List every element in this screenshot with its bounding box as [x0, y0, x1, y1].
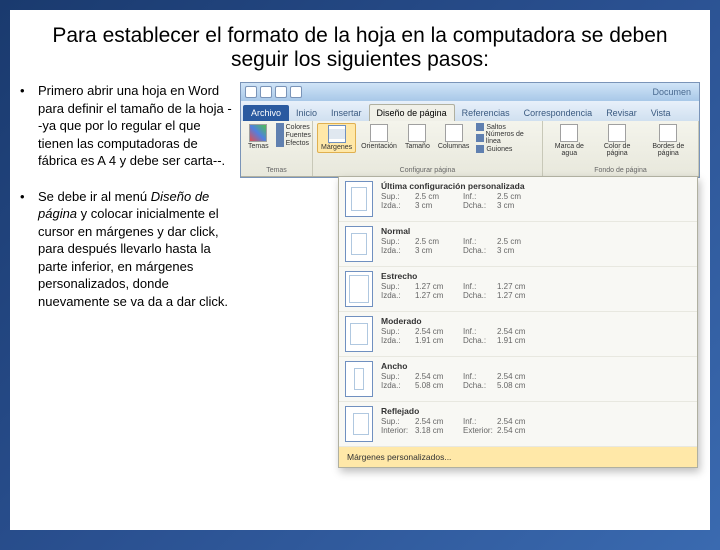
margin-option-ancho[interactable]: Ancho Sup.:2.54 cm Inf.:2.54 cm Izda.:5.… — [339, 357, 697, 402]
ribbon-tabs: Archivo Inicio Insertar Diseño de página… — [241, 101, 699, 121]
quick-access-toolbar: Documen — [241, 83, 699, 101]
effects-icon — [276, 139, 284, 147]
temas-button[interactable]: Temas — [245, 123, 272, 151]
margin-option-normal[interactable]: Normal Sup.:2.5 cm Inf.:2.5 cm Izda.:3 c… — [339, 222, 697, 267]
tab-revisar[interactable]: Revisar — [599, 105, 644, 121]
list-item: • Se debe ir al menú Diseño de página y … — [20, 188, 234, 311]
margin-thumb-icon — [345, 361, 373, 397]
linenum-icon — [476, 134, 483, 142]
margin-option-reflejado[interactable]: Reflejado Sup.:2.54 cm Inf.:2.54 cm Inte… — [339, 402, 697, 447]
margin-thumb-icon — [345, 226, 373, 262]
group-label-config: Configurar página — [317, 166, 538, 174]
file-tab[interactable]: Archivo — [243, 105, 289, 121]
margin-thumb-icon — [345, 316, 373, 352]
orientation-icon — [370, 124, 388, 142]
undo-icon[interactable] — [275, 86, 287, 98]
pagecolor-icon — [608, 124, 626, 142]
italic-text: Diseño de página — [38, 189, 209, 222]
margenes-button[interactable]: Márgenes — [317, 123, 356, 153]
size-icon — [408, 124, 426, 142]
orientacion-button[interactable]: Orientación — [358, 123, 400, 151]
tab-inicio[interactable]: Inicio — [289, 105, 324, 121]
colors-icon — [276, 123, 284, 131]
ribbon-group-temas: Temas Colores Fuentes Efectos Temas — [241, 121, 313, 176]
margin-thumb-icon — [345, 271, 373, 307]
ribbon: Temas Colores Fuentes Efectos Temas — [241, 121, 699, 177]
bordes-button[interactable]: Bordes de página — [643, 123, 694, 158]
group-label-temas: Temas — [245, 166, 308, 174]
group-label-fondo: Fondo de página — [547, 166, 694, 174]
margin-thumb-icon — [345, 406, 373, 442]
tab-diseno-pagina[interactable]: Diseño de página — [369, 104, 455, 121]
bullet-text-2: Se debe ir al menú Diseño de página y co… — [38, 188, 234, 311]
margins-dropdown: Última configuración personalizada Sup.:… — [338, 176, 698, 468]
fuentes-button[interactable]: Fuentes — [274, 131, 313, 139]
tab-referencias[interactable]: Referencias — [455, 105, 517, 121]
bullet-text-1: Primero abrir una hoja en Word para defi… — [38, 82, 234, 170]
slide-title: Para establecer el formato de la hoja en… — [10, 10, 710, 82]
numeros-button[interactable]: Números de línea — [474, 131, 538, 145]
colores-button[interactable]: Colores — [274, 123, 313, 131]
marca-agua-button[interactable]: Marca de agua — [547, 123, 592, 158]
efectos-button[interactable]: Efectos — [274, 139, 313, 147]
slide: Para establecer el formato de la hoja en… — [10, 10, 710, 530]
bullet-dot: • — [20, 82, 38, 170]
redo-icon[interactable] — [290, 86, 302, 98]
tab-vista[interactable]: Vista — [644, 105, 678, 121]
watermark-icon — [560, 124, 578, 142]
hyphen-icon — [476, 145, 484, 153]
margin-option-last[interactable]: Última configuración personalizada Sup.:… — [339, 177, 697, 222]
margins-icon — [328, 125, 346, 143]
color-pagina-button[interactable]: Color de página — [594, 123, 641, 158]
list-item: • Primero abrir una hoja en Word para de… — [20, 82, 234, 170]
config-sublist: Saltos Números de línea Guiones — [474, 123, 538, 153]
borders-icon — [659, 124, 677, 142]
margin-option-moderado[interactable]: Moderado Sup.:2.54 cm Inf.:2.54 cm Izda.… — [339, 312, 697, 357]
word-icon[interactable] — [245, 86, 257, 98]
window-title: Documen — [652, 87, 695, 97]
word-screenshot-container: Documen Archivo Inicio Insertar Diseño d… — [240, 82, 700, 329]
breaks-icon — [476, 123, 484, 131]
columns-icon — [445, 124, 463, 142]
bullet-list: • Primero abrir una hoja en Word para de… — [20, 82, 240, 329]
fonts-icon — [276, 131, 284, 139]
guiones-button[interactable]: Guiones — [474, 145, 538, 153]
themes-icon — [249, 124, 267, 142]
tamano-button[interactable]: Tamaño — [402, 123, 433, 151]
margin-option-estrecho[interactable]: Estrecho Sup.:1.27 cm Inf.:1.27 cm Izda.… — [339, 267, 697, 312]
ribbon-group-config: Márgenes Orientación Tamaño — [313, 121, 543, 176]
columnas-button[interactable]: Columnas — [435, 123, 473, 151]
content-area: • Primero abrir una hoja en Word para de… — [10, 82, 710, 329]
temas-sublist: Colores Fuentes Efectos — [274, 123, 313, 147]
tab-insertar[interactable]: Insertar — [324, 105, 369, 121]
save-icon[interactable] — [260, 86, 272, 98]
ribbon-group-fondo: Marca de agua Color de página Bordes de … — [543, 121, 699, 176]
bullet-dot: • — [20, 188, 38, 311]
saltos-button[interactable]: Saltos — [474, 123, 538, 131]
margin-option-custom[interactable]: Márgenes personalizados... — [339, 447, 697, 467]
tab-correspondencia[interactable]: Correspondencia — [517, 105, 600, 121]
word-window: Documen Archivo Inicio Insertar Diseño d… — [240, 82, 700, 178]
margin-thumb-icon — [345, 181, 373, 217]
